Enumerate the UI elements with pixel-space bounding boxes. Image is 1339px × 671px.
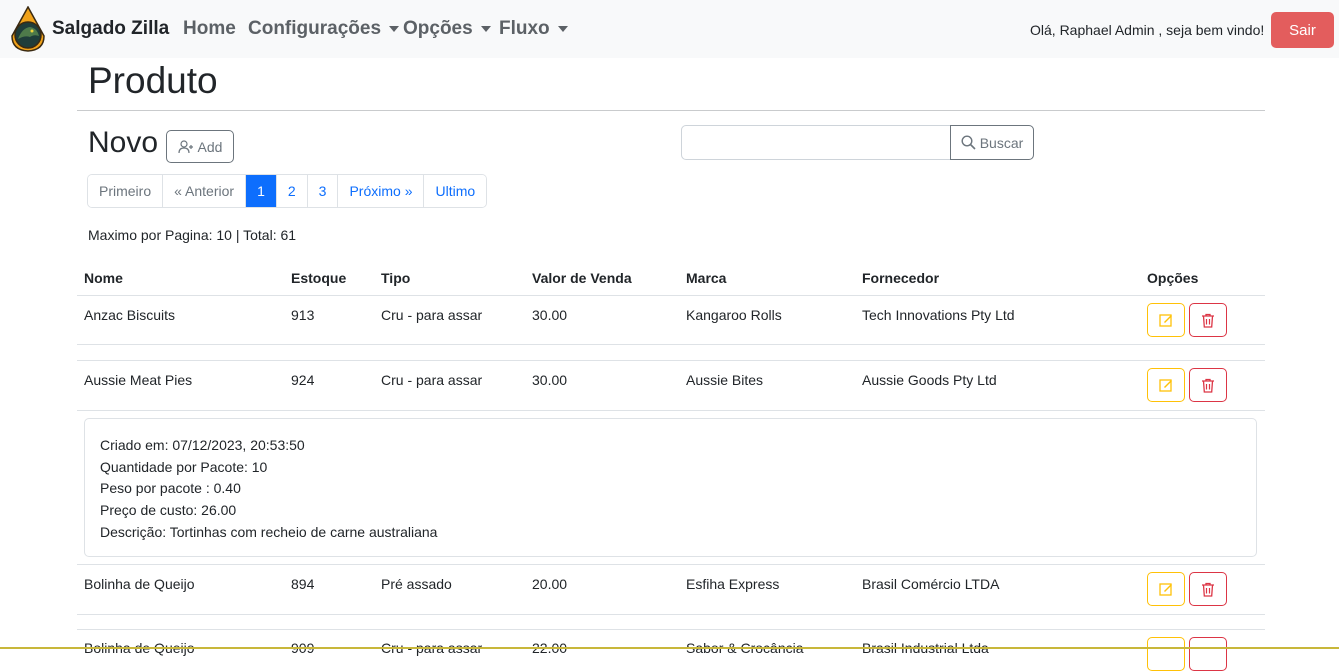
brand-name[interactable]: Salgado Zilla xyxy=(52,18,169,40)
nav-home-label: Home xyxy=(183,18,236,39)
nav-configuracoes-dropdown[interactable]: Configurações xyxy=(248,18,400,40)
search-input[interactable] xyxy=(681,125,951,160)
caret-down-icon xyxy=(557,25,568,32)
page-first[interactable]: Primeiro xyxy=(88,175,164,207)
edit-icon xyxy=(1159,379,1172,392)
detail-created-at: Criado em: 07/12/2023, 20:53:50 xyxy=(100,437,305,453)
cell-valor: 20.00 xyxy=(532,576,568,592)
page-title: Produto xyxy=(88,60,218,101)
column-header-valor: Valor de Venda xyxy=(532,270,632,286)
brand-logo-icon[interactable] xyxy=(10,6,46,52)
row-divider xyxy=(77,614,1265,615)
delete-button[interactable] xyxy=(1189,303,1227,337)
nav-configuracoes-label: Configurações xyxy=(248,18,382,39)
cell-marca: Esfiha Express xyxy=(686,576,780,592)
new-section-label: Novo xyxy=(88,126,159,159)
detail-description: Descrição: Tortinhas com recheio de carn… xyxy=(100,524,438,540)
cell-estoque: 894 xyxy=(291,576,315,592)
cell-marca: Kangaroo Rolls xyxy=(686,307,782,323)
page-number[interactable]: 2 xyxy=(276,175,308,207)
page-last[interactable]: Ultimo xyxy=(424,175,487,207)
nav-fluxo-dropdown[interactable]: Fluxo xyxy=(499,18,568,40)
cell-nome: Anzac Biscuits xyxy=(84,307,176,323)
row-divider xyxy=(77,360,1265,361)
cell-valor: 30.00 xyxy=(532,307,568,323)
caret-down-icon xyxy=(389,25,400,32)
detail-weight-per-pack: Peso por pacote : 0.40 xyxy=(100,480,241,496)
cell-nome: Aussie Meat Pies xyxy=(84,372,193,388)
delete-button[interactable] xyxy=(1189,572,1227,606)
edit-icon xyxy=(1159,583,1172,596)
search-button[interactable]: Buscar xyxy=(950,125,1034,160)
add-button-label: Add xyxy=(197,138,223,155)
title-divider xyxy=(77,110,1265,111)
cell-valor: 30.00 xyxy=(532,372,568,388)
add-button[interactable]: Add xyxy=(166,130,234,163)
column-header-marca: Marca xyxy=(686,270,727,286)
cell-tipo: Cru - para assar xyxy=(381,307,483,323)
edit-icon xyxy=(1159,314,1172,327)
cell-fornecedor: Aussie Goods Pty Ltd xyxy=(862,372,997,388)
cell-nome: Bolinha de Queijo xyxy=(84,576,195,592)
cell-marca: Aussie Bites xyxy=(686,372,764,388)
column-header-fornecedor: Fornecedor xyxy=(862,270,940,286)
edit-button[interactable] xyxy=(1147,303,1185,337)
edit-button[interactable] xyxy=(1147,572,1185,606)
row-divider xyxy=(77,564,1265,565)
user-greeting: Olá, Raphael Admin , seja bem vindo! xyxy=(1030,22,1265,38)
column-header-estoque: Estoque xyxy=(291,270,347,286)
nav-opcoes-dropdown[interactable]: Opções xyxy=(403,18,491,40)
edit-button[interactable] xyxy=(1147,368,1185,402)
nav-home[interactable]: Home xyxy=(183,18,236,40)
edit-button[interactable] xyxy=(1147,637,1185,671)
detail-cost-price: Preço de custo: 26.00 xyxy=(100,502,237,518)
cell-estoque: 924 xyxy=(291,372,315,388)
pagination-summary: Maximo por Pagina: 10 | Total: 61 xyxy=(88,227,297,243)
delete-button[interactable] xyxy=(1189,637,1227,671)
page-next[interactable]: Próximo » xyxy=(338,175,425,207)
delete-button[interactable] xyxy=(1189,368,1227,402)
row-divider xyxy=(77,344,1265,345)
logout-button[interactable]: Sair xyxy=(1271,12,1334,48)
add-user-icon xyxy=(177,139,193,153)
nav-opcoes-label: Opções xyxy=(403,18,473,39)
navbar: Salgado Zilla Home Configurações Opções … xyxy=(0,0,1339,58)
row-divider xyxy=(77,629,1265,630)
cell-estoque: 913 xyxy=(291,307,315,323)
column-header-tipo: Tipo xyxy=(381,270,411,286)
detail-quantity-per-pack: Quantidade por Pacote: 10 xyxy=(100,459,268,475)
column-header-opcoes: Opções xyxy=(1147,270,1199,286)
page-number[interactable]: 3 xyxy=(307,175,339,207)
trash-icon xyxy=(1202,582,1214,597)
nav-fluxo-label: Fluxo xyxy=(499,18,550,39)
cell-tipo: Pré assado xyxy=(381,576,452,592)
caret-down-icon xyxy=(480,25,491,32)
trash-icon xyxy=(1202,378,1214,393)
trash-icon xyxy=(1202,313,1214,328)
page-number[interactable]: 1 xyxy=(246,175,277,207)
table-header-divider xyxy=(77,295,1265,296)
page-previous[interactable]: « Anterior xyxy=(163,175,247,207)
column-header-nome: Nome xyxy=(84,270,123,286)
pagination: Primeiro « Anterior 1 2 3 Próximo » Ulti… xyxy=(87,174,488,208)
cell-fornecedor: Tech Innovations Pty Ltd xyxy=(862,307,1015,323)
search-icon xyxy=(961,135,976,150)
search-button-label: Buscar xyxy=(979,134,1024,151)
product-details-card: Criado em: 07/12/2023, 20:53:50 Quantida… xyxy=(84,418,1257,557)
cell-tipo: Cru - para assar xyxy=(381,372,483,388)
row-divider xyxy=(77,410,1265,411)
cell-fornecedor: Brasil Comércio LTDA xyxy=(862,576,1000,592)
